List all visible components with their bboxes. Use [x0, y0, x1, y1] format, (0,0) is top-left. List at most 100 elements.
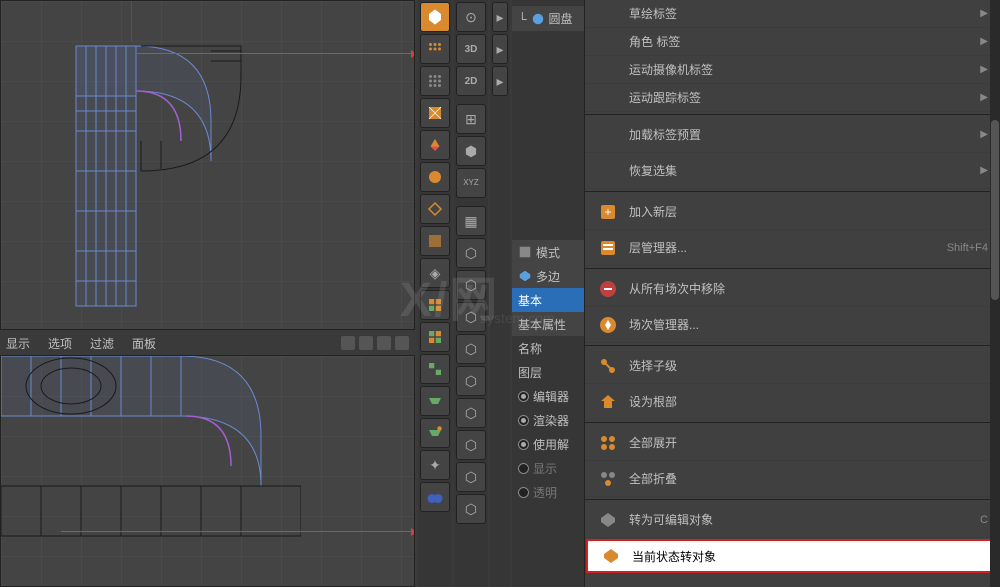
- viewport-icon-4[interactable]: [395, 336, 409, 350]
- submenu-arrow-icon: ▶: [980, 165, 988, 176]
- ctx-item-运动摄像机标签[interactable]: 运动摄像机标签▶: [585, 56, 1000, 84]
- collapse-icon: [597, 468, 619, 490]
- layer-add-icon: +: [597, 201, 619, 223]
- wireframe-mesh-top: [71, 41, 251, 311]
- tool-locked[interactable]: ⬢: [456, 136, 486, 166]
- tool-model-mode[interactable]: [420, 34, 450, 64]
- tool-extra-4[interactable]: [420, 386, 450, 416]
- attr-editor-row[interactable]: 编辑器: [512, 384, 584, 408]
- ctx-item-collapse[interactable]: 全部折叠: [585, 461, 1000, 497]
- ctx-item-current-state[interactable]: 当前状态转对象: [586, 539, 999, 573]
- tool-edge-mode[interactable]: [420, 162, 450, 192]
- tool-extra-1[interactable]: [420, 290, 450, 320]
- tool-workplane[interactable]: ⊞: [456, 104, 486, 134]
- ctx-label: 草绘标签: [629, 5, 970, 22]
- attr-transparent-row[interactable]: 透明: [512, 480, 584, 504]
- attr-basic-props-header: 基本属性: [512, 312, 584, 336]
- layer-mgr-icon: [597, 237, 619, 259]
- polygon-icon: [518, 269, 532, 283]
- ctx-item-scene-mgr[interactable]: 场次管理器...: [585, 307, 1000, 343]
- ctx-label: 转为可编辑对象: [629, 511, 970, 528]
- tool-snap-3d[interactable]: 3D: [456, 34, 486, 64]
- ctx-item-草绘标签[interactable]: 草绘标签▶: [585, 0, 1000, 28]
- tool-snap-spline[interactable]: ⬡: [456, 334, 486, 364]
- disc-primitive-icon: [531, 12, 545, 26]
- ctx-shortcut: C: [980, 514, 988, 526]
- tool-snap-2d[interactable]: 2D: [456, 66, 486, 96]
- attr-use-row[interactable]: 使用解: [512, 432, 584, 456]
- object-name: 圆盘: [549, 10, 573, 27]
- annotation-arrow-1: [136, 53, 411, 54]
- object-tree-item[interactable]: └ 圆盘: [512, 6, 584, 31]
- menu-separator: [585, 114, 1000, 115]
- tool-poly-mode[interactable]: [420, 194, 450, 224]
- tool-make-editable[interactable]: [420, 2, 450, 32]
- tool-snap-point[interactable]: ⬡: [456, 238, 486, 268]
- ctx-item-layer-mgr[interactable]: 层管理器...Shift+F4: [585, 230, 1000, 266]
- viewport-icon-3[interactable]: [377, 336, 391, 350]
- tool-extra-2[interactable]: [420, 322, 450, 352]
- tool-snap-guide[interactable]: ⬡: [456, 494, 486, 524]
- tool-snap-intersect[interactable]: ⬡: [456, 398, 486, 428]
- tool-extra-7[interactable]: [420, 482, 450, 512]
- ctx-item-expand[interactable]: 全部展开: [585, 425, 1000, 461]
- tool-point-mode[interactable]: [420, 130, 450, 160]
- tool-extra-6[interactable]: ✦: [420, 450, 450, 480]
- context-menu-scrollbar[interactable]: [990, 0, 1000, 587]
- menu-separator: [585, 345, 1000, 346]
- blank-icon: [597, 160, 619, 182]
- blank-icon: [597, 59, 619, 81]
- tool-uv-mode[interactable]: [420, 98, 450, 128]
- tool-column-1: ◈ ✦: [418, 0, 452, 587]
- ctx-item-角色 标签[interactable]: 角色 标签▶: [585, 28, 1000, 56]
- viewport-bottom[interactable]: [0, 355, 415, 587]
- tool-quantize[interactable]: ▦: [456, 206, 486, 236]
- viewport-icon-2[interactable]: [359, 336, 373, 350]
- attr-show-row[interactable]: 显示: [512, 456, 584, 480]
- ctx-item-editable[interactable]: 转为可编辑对象 C: [585, 502, 1000, 538]
- tool-snap-enable[interactable]: ⊙: [456, 2, 486, 32]
- radio-editor[interactable]: [518, 391, 529, 402]
- attr-tab-basic[interactable]: 基本: [512, 288, 584, 312]
- tool-column-3: ▸ ▸ ▸: [490, 0, 510, 587]
- scrollbar-thumb[interactable]: [991, 120, 999, 300]
- menu-separator: [585, 191, 1000, 192]
- tool-extra-3[interactable]: [420, 354, 450, 384]
- tool-small-2[interactable]: ▸: [492, 34, 508, 64]
- menu-panel[interactable]: 面板: [132, 335, 156, 352]
- tool-snap-axis[interactable]: ⬡: [456, 366, 486, 396]
- ctx-item-select-child[interactable]: 选择子级: [585, 348, 1000, 384]
- ctx-item-remove[interactable]: 从所有场次中移除: [585, 271, 1000, 307]
- menu-filter[interactable]: 过滤: [90, 335, 114, 352]
- radio-transparent[interactable]: [518, 487, 529, 498]
- tool-snap-work[interactable]: ⬡: [456, 462, 486, 492]
- ctx-item-恢复选集[interactable]: 恢复选集▶: [585, 153, 1000, 189]
- radio-show[interactable]: [518, 463, 529, 474]
- ctx-item-set-root[interactable]: 设为根部: [585, 384, 1000, 420]
- radio-render[interactable]: [518, 415, 529, 426]
- tool-snap-poly[interactable]: ⬡: [456, 302, 486, 332]
- tool-axis-xyz[interactable]: XYZ: [456, 168, 486, 198]
- menu-options[interactable]: 选项: [48, 335, 72, 352]
- tool-texture-mode[interactable]: [420, 66, 450, 96]
- radio-use[interactable]: [518, 439, 529, 450]
- menu-display[interactable]: 显示: [6, 335, 30, 352]
- submenu-arrow-icon: ▶: [980, 64, 988, 75]
- tool-snap-mid[interactable]: ⬡: [456, 430, 486, 460]
- attr-render-row[interactable]: 渲染器: [512, 408, 584, 432]
- tool-small-1[interactable]: ▸: [492, 2, 508, 32]
- submenu-arrow-icon: ▶: [980, 36, 988, 47]
- tool-small-3[interactable]: ▸: [492, 66, 508, 96]
- attr-name-row: 名称: [512, 336, 584, 360]
- tool-enable-axis[interactable]: [420, 226, 450, 256]
- submenu-arrow-icon: ▶: [980, 92, 988, 103]
- attr-layer-row: 图层: [512, 360, 584, 384]
- ctx-item-运动跟踪标签[interactable]: 运动跟踪标签▶: [585, 84, 1000, 112]
- viewport-top[interactable]: [0, 0, 415, 330]
- ctx-item-layer-add[interactable]: +加入新层: [585, 194, 1000, 230]
- viewport-icon-1[interactable]: [341, 336, 355, 350]
- ctx-item-加载标签预置[interactable]: 加载标签预置▶: [585, 117, 1000, 153]
- tool-extra-5[interactable]: [420, 418, 450, 448]
- tool-viewport-solo[interactable]: ◈: [420, 258, 450, 288]
- tool-snap-edge[interactable]: ⬡: [456, 270, 486, 300]
